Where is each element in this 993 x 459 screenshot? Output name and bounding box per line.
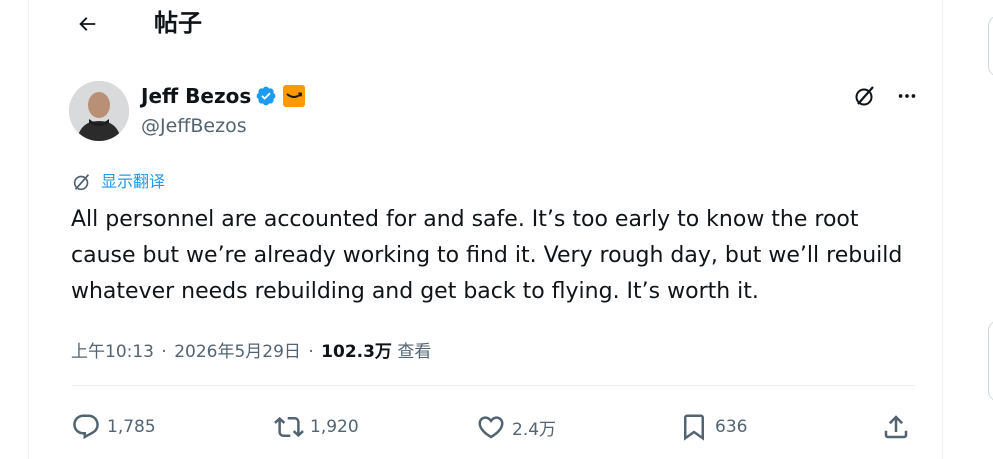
grok-button[interactable] <box>849 80 881 112</box>
like-count: 2.4万 <box>512 419 557 440</box>
avatar[interactable] <box>69 81 129 141</box>
right-sidebar-edge <box>985 0 993 459</box>
views-count: 102.3万 <box>321 342 392 362</box>
avatar-image <box>69 81 129 141</box>
author-display-name[interactable]: Jeff Bezos <box>141 82 251 110</box>
repost-icon <box>274 416 304 438</box>
bookmark-button[interactable]: 636 <box>679 405 747 449</box>
repost-count: 1,920 <box>310 417 359 437</box>
tweet-date[interactable]: 2026年5月29日 <box>174 342 301 362</box>
translate-label: 显示翻译 <box>101 172 166 191</box>
back-button[interactable] <box>69 6 105 42</box>
like-button[interactable]: 2.4万 <box>476 405 556 449</box>
views-label: 查看 <box>397 342 432 362</box>
tweet-time[interactable]: 上午10:13 <box>71 342 154 362</box>
action-bar: 1,785 1,920 2.4万 636 <box>71 405 916 449</box>
more-horizontal-icon <box>898 94 916 98</box>
page-title: 帖子 <box>154 9 202 37</box>
divider <box>71 385 916 386</box>
sidebar-card-edge <box>988 320 993 402</box>
translate-grok-icon <box>73 174 90 191</box>
amazon-affiliate-icon[interactable] <box>283 85 306 107</box>
repost-button[interactable]: 1,920 <box>274 405 359 449</box>
reply-count: 1,785 <box>107 417 156 437</box>
verified-badge-icon[interactable] <box>255 85 277 107</box>
tweet-meta: 上午10:13 · 2026年5月29日 · 102.3万 查看 <box>71 338 431 366</box>
sidebar-search-edge[interactable] <box>988 15 993 77</box>
meta-separator: · <box>308 342 314 362</box>
heart-icon <box>478 416 504 439</box>
more-options-button[interactable] <box>891 80 923 112</box>
bookmark-count: 636 <box>715 417 748 437</box>
arrow-left-icon <box>79 17 96 31</box>
share-icon <box>884 415 908 439</box>
grok-icon <box>855 86 874 106</box>
header: 帖子 <box>29 0 942 48</box>
tweet-text: All personnel are accounted for and safe… <box>71 207 903 304</box>
show-translation-link[interactable]: 显示翻译 <box>71 170 165 194</box>
author-name-row: Jeff Bezos <box>141 82 306 110</box>
bookmark-icon <box>684 414 704 441</box>
reply-button[interactable]: 1,785 <box>71 405 156 449</box>
share-button[interactable] <box>881 405 911 449</box>
meta-separator: · <box>161 342 167 362</box>
reply-icon <box>73 414 99 440</box>
post-column: 帖子 Jeff Bezos @JeffBezos 显示翻译 All person… <box>28 0 943 459</box>
author-handle[interactable]: @JeffBezos <box>141 113 247 139</box>
